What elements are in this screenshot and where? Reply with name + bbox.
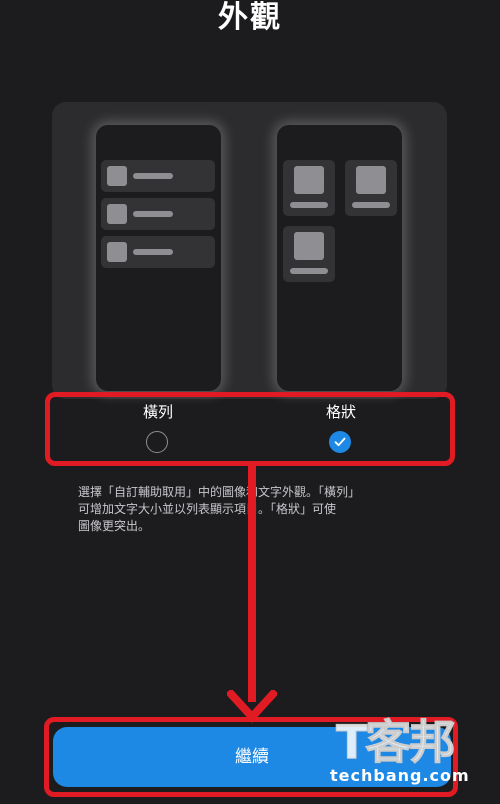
checkmark-icon <box>334 437 346 447</box>
arrow-down-icon <box>227 690 277 723</box>
appearance-options: 橫列 格狀 <box>50 393 452 463</box>
list-preview-row <box>101 198 215 230</box>
option-list-label: 橫列 <box>142 403 173 421</box>
page-title: 外觀 <box>218 0 282 35</box>
grid-preview-tile <box>283 160 335 216</box>
list-preview-row <box>101 160 215 192</box>
option-list[interactable]: 橫列 <box>58 393 258 463</box>
grid-radio-button[interactable] <box>329 431 351 453</box>
continue-button[interactable]: 繼續 <box>53 727 451 787</box>
option-grid[interactable]: 格狀 <box>241 393 441 463</box>
list-layout-preview <box>96 125 221 391</box>
list-radio-button[interactable] <box>146 431 168 453</box>
list-preview-row <box>101 236 215 268</box>
grid-preview-tile <box>345 160 397 216</box>
annotation-arrow-shaft <box>248 462 256 702</box>
option-grid-label: 格狀 <box>325 403 356 421</box>
grid-layout-preview <box>277 125 402 391</box>
grid-preview-tile <box>283 226 335 282</box>
appearance-preview-panel <box>52 102 447 399</box>
